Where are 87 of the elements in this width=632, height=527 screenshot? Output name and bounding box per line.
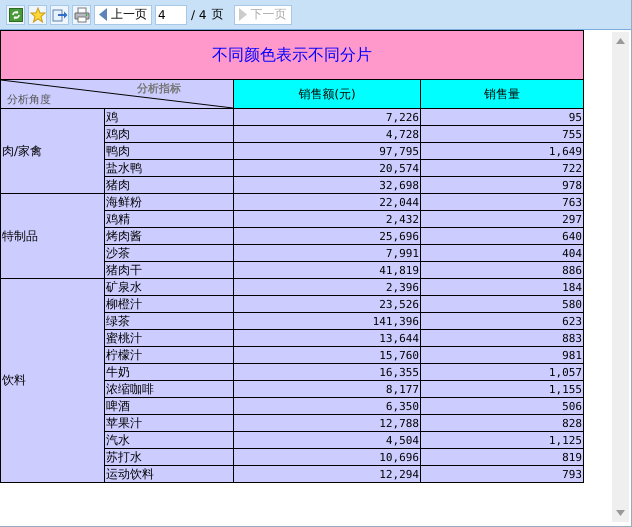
export-button[interactable] bbox=[50, 4, 69, 24]
refresh-button[interactable] bbox=[6, 4, 25, 24]
sales-cell: 7,991 bbox=[234, 244, 420, 262]
sales-cell: 2,432 bbox=[234, 210, 420, 228]
quantity-cell: 184 bbox=[420, 278, 584, 296]
quantity-cell: 580 bbox=[420, 296, 584, 312]
left-triangle-icon bbox=[99, 8, 108, 21]
sales-cell: 32,698 bbox=[234, 176, 420, 194]
item-cell: 蜜桃汁 bbox=[104, 330, 234, 346]
sales-cell: 4,728 bbox=[234, 126, 420, 142]
item-cell: 柳橙汁 bbox=[104, 296, 234, 312]
quantity-cell: 755 bbox=[420, 126, 584, 142]
column-header: 销售额(元) bbox=[234, 80, 420, 108]
star-button[interactable] bbox=[28, 4, 47, 24]
quantity-cell: 828 bbox=[420, 414, 584, 432]
item-cell: 矿泉水 bbox=[104, 278, 234, 296]
scroll-up-icon[interactable] bbox=[616, 38, 625, 44]
quantity-cell: 297 bbox=[420, 210, 584, 228]
quantity-cell: 763 bbox=[420, 194, 584, 210]
quantity-cell: 793 bbox=[420, 466, 584, 482]
quantity-cell: 1,649 bbox=[420, 142, 584, 160]
sales-cell: 13,644 bbox=[234, 330, 420, 346]
quantity-cell: 1,155 bbox=[420, 380, 584, 398]
sales-cell: 41,819 bbox=[234, 262, 420, 278]
scroll-down-icon[interactable] bbox=[616, 510, 625, 516]
sales-cell: 22,044 bbox=[234, 194, 420, 210]
sales-cell: 12,294 bbox=[234, 466, 420, 482]
item-cell: 运动饮料 bbox=[104, 466, 234, 482]
page-total: / 4 bbox=[190, 8, 208, 22]
column-header: 销售量 bbox=[420, 80, 584, 108]
quantity-cell: 981 bbox=[420, 346, 584, 364]
item-cell: 盐水鸭 bbox=[104, 160, 234, 176]
item-cell: 猪肉 bbox=[104, 176, 234, 194]
sales-cell: 97,795 bbox=[234, 142, 420, 160]
page-number-field[interactable]: 4 bbox=[155, 4, 187, 24]
sales-cell: 20,574 bbox=[234, 160, 420, 176]
item-cell: 苹果汁 bbox=[104, 414, 234, 432]
quantity-cell: 883 bbox=[420, 330, 584, 346]
item-cell: 啤酒 bbox=[104, 398, 234, 414]
previous-page-button[interactable]: 上一页 bbox=[94, 4, 152, 24]
corner-label: 分析角度 bbox=[7, 92, 51, 107]
category-cell: 饮料 bbox=[0, 278, 104, 482]
item-cell: 牛奶 bbox=[104, 364, 234, 380]
sales-cell: 15,760 bbox=[234, 346, 420, 364]
item-cell: 鸡精 bbox=[104, 210, 234, 228]
item-cell: 绿茶 bbox=[104, 312, 234, 330]
right-triangle-icon bbox=[238, 8, 248, 21]
sales-cell: 10,696 bbox=[234, 448, 420, 466]
item-cell: 猪肉干 bbox=[104, 262, 234, 278]
quantity-cell: 886 bbox=[420, 262, 584, 278]
item-cell: 柠檬汁 bbox=[104, 346, 234, 364]
item-cell: 沙茶 bbox=[104, 244, 234, 262]
item-cell: 汽水 bbox=[104, 432, 234, 448]
sales-cell: 7,226 bbox=[234, 108, 420, 126]
page-unit: 页 bbox=[210, 6, 224, 23]
item-cell: 鸡 bbox=[104, 108, 234, 126]
quantity-cell: 95 bbox=[420, 108, 584, 126]
category-cell: 特制品 bbox=[0, 194, 104, 278]
quantity-cell: 404 bbox=[420, 244, 584, 262]
quantity-cell: 819 bbox=[420, 448, 584, 466]
item-cell: 苏打水 bbox=[104, 448, 234, 466]
item-cell: 浓缩咖啡 bbox=[104, 380, 234, 398]
sales-cell: 16,355 bbox=[234, 364, 420, 380]
quantity-cell: 623 bbox=[420, 312, 584, 330]
item-cell: 烤肉酱 bbox=[104, 228, 234, 244]
quantity-cell: 506 bbox=[420, 398, 584, 414]
sales-cell: 6,350 bbox=[234, 398, 420, 414]
sales-cell: 25,696 bbox=[234, 228, 420, 244]
quantity-cell: 1,125 bbox=[420, 432, 584, 448]
item-cell: 鸡肉 bbox=[104, 126, 234, 142]
item-cell: 海鲜粉 bbox=[104, 194, 234, 210]
corner-label: 分析指标 bbox=[137, 81, 181, 96]
quantity-cell: 640 bbox=[420, 228, 584, 244]
sales-cell: 4,504 bbox=[234, 432, 420, 448]
quantity-cell: 1,057 bbox=[420, 364, 584, 380]
item-cell: 鸭肉 bbox=[104, 142, 234, 160]
sales-cell: 8,177 bbox=[234, 380, 420, 398]
sales-cell: 141,396 bbox=[234, 312, 420, 330]
sales-cell: 23,526 bbox=[234, 296, 420, 312]
category-cell: 肉/家禽 bbox=[0, 108, 104, 194]
sales-cell: 2,396 bbox=[234, 278, 420, 296]
sales-cell: 12,788 bbox=[234, 414, 420, 432]
quantity-cell: 722 bbox=[420, 160, 584, 176]
quantity-cell: 978 bbox=[420, 176, 584, 194]
vertical-scrollbar[interactable] bbox=[612, 32, 629, 522]
report-title: 不同颜色表示不同分片 bbox=[0, 30, 584, 80]
printer-button[interactable] bbox=[72, 4, 91, 24]
